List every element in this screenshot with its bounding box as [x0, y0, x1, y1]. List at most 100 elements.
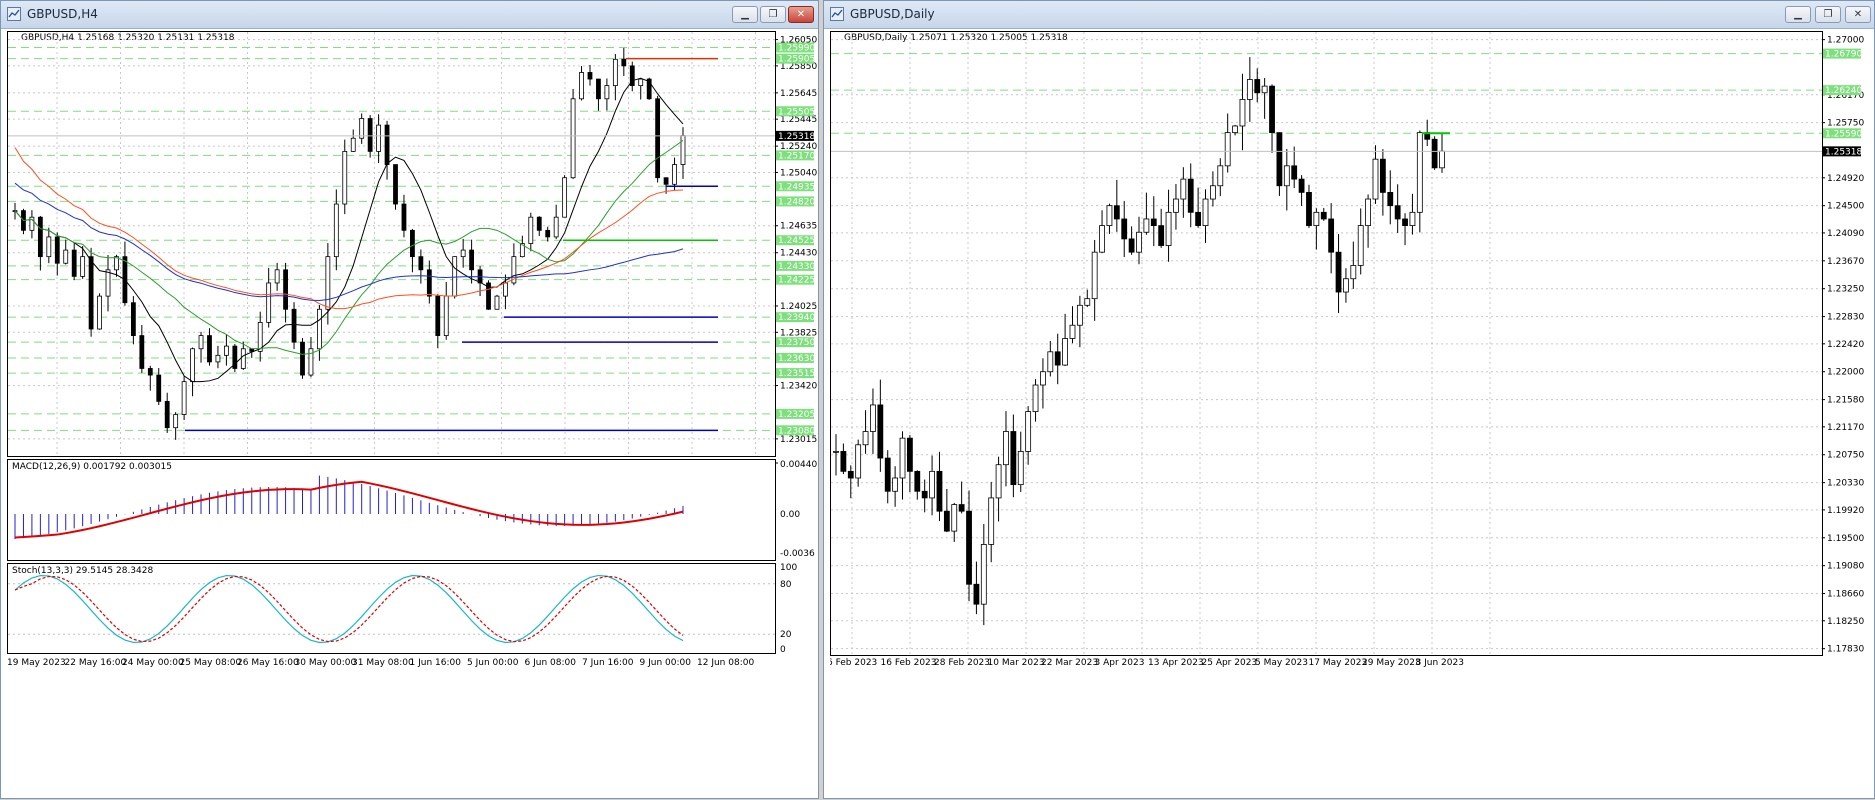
daily-chart-canvas[interactable]: GBPUSD,Daily 1.25071 1.25320 1.25005 1.2… — [827, 31, 1872, 796]
candle-body — [240, 348, 246, 369]
candle-body — [1409, 211, 1416, 227]
candle-body — [562, 177, 568, 218]
candle-body — [579, 72, 584, 100]
daily-window-title: GBPUSD,Daily — [850, 7, 935, 21]
candle-body — [612, 58, 618, 87]
price-axis-label: 1.23420 — [780, 382, 817, 392]
daily-chart-window[interactable]: GBPUSD,Daily ▁ ❐ ✕ GBPUSD,Daily 1.25071 … — [823, 0, 1875, 799]
level-label: 1.23080 — [778, 426, 815, 436]
candle-body — [587, 72, 593, 80]
time-axis-label: 24 May 00:00 — [122, 658, 184, 668]
h4-chart-area[interactable]: GBPUSD,H4 1.25168 1.25320 1.25131 1.2531… — [7, 31, 823, 800]
ma-blue — [14, 182, 684, 302]
candle-body — [862, 431, 869, 446]
stoch-pane-border — [7, 563, 776, 654]
candle-body — [980, 544, 987, 605]
restore-button[interactable]: ❐ — [1815, 6, 1841, 23]
candle-body — [300, 341, 305, 376]
time-axis-label: 13 Apr 2023 — [1148, 658, 1204, 668]
h4-title-bar[interactable]: GBPUSD,H4 ▁ ❐ ✕ — [1, 1, 818, 29]
candle-body — [266, 282, 272, 323]
time-axis-label: 5 Jun 00:00 — [467, 658, 519, 668]
candle-body — [855, 444, 862, 479]
candle-body — [1202, 198, 1209, 227]
stoch-axis-label: 0 — [780, 645, 786, 655]
candle-body — [1143, 218, 1150, 233]
candle-body — [139, 335, 145, 369]
close-button[interactable]: ✕ — [788, 6, 814, 23]
candle-body — [655, 98, 661, 179]
candle-body — [621, 58, 627, 67]
candle-body — [1025, 411, 1032, 452]
candle-body — [892, 477, 899, 492]
level-label: 1.24935 — [778, 182, 815, 192]
time-axis-label: 19 May 2023 — [7, 658, 66, 668]
daily-chart-header: GBPUSD,Daily 1.25071 1.25320 1.25005 1.2… — [844, 33, 1068, 43]
candle-body — [46, 236, 52, 258]
candle-body — [317, 308, 322, 350]
price-axis-label: 1.17830 — [1827, 645, 1864, 655]
candle-body — [1017, 451, 1024, 486]
minimize-button[interactable]: ▁ — [732, 6, 758, 23]
close-button[interactable]: ✕ — [1845, 6, 1871, 23]
daily-title-bar[interactable]: GBPUSD,Daily ▁ ❐ ✕ — [824, 1, 1874, 29]
time-axis-label: 9 Jun 00:00 — [640, 658, 692, 668]
candle-body — [899, 437, 906, 479]
time-axis-label: 26 May 16:00 — [237, 658, 299, 668]
level-label: 1.25590 — [1825, 129, 1862, 139]
macd-axis-label: 0.004404 — [780, 460, 817, 470]
level-label: 1.25505 — [778, 107, 815, 117]
chart-window-icon — [7, 7, 21, 21]
price-axis-label: 1.24500 — [1827, 202, 1864, 212]
candle-body — [350, 137, 356, 152]
candle-body — [1032, 384, 1039, 412]
candle-body — [105, 269, 111, 297]
candle-body — [291, 308, 297, 343]
price-axis-label: 1.24920 — [1827, 174, 1864, 184]
candle-body — [359, 118, 365, 139]
stoch-signal-line — [14, 575, 684, 643]
candle-body — [1150, 218, 1157, 227]
candle-body — [460, 249, 466, 258]
restore-button[interactable]: ❐ — [760, 6, 786, 23]
candle-body — [1091, 251, 1098, 300]
candle-body — [1431, 138, 1438, 169]
candle-body — [1261, 85, 1268, 94]
candle-body — [333, 203, 339, 258]
candle-body — [545, 229, 551, 238]
price-axis-label: 1.25040 — [780, 168, 817, 178]
candle-body — [1372, 158, 1379, 200]
h4-chart-window[interactable]: GBPUSD,H4 ▁ ❐ ✕ GBPUSD,H4 1.25168 1.2532… — [0, 0, 823, 800]
candle-body — [877, 404, 884, 459]
candle-body — [325, 256, 331, 310]
time-axis-label: 22 Mar 2023 — [1041, 658, 1098, 668]
candle-body — [921, 490, 928, 499]
candle-body — [1416, 132, 1423, 213]
candle-body — [570, 98, 576, 179]
time-axis-label: 28 Feb 2023 — [934, 658, 990, 668]
candle-body — [1217, 165, 1224, 187]
candle-body — [401, 203, 407, 231]
candle-body — [164, 400, 170, 429]
price-axis-label: 1.18660 — [1827, 590, 1864, 600]
candle-body — [1298, 178, 1305, 193]
minimize-button[interactable]: ▁ — [1785, 6, 1811, 23]
h4-window-title: GBPUSD,H4 — [27, 7, 98, 21]
price-axis-label: 1.27000 — [1827, 36, 1864, 46]
candle-body — [672, 164, 677, 185]
price-axis-label: 1.22000 — [1827, 368, 1864, 378]
candle-body — [604, 85, 610, 100]
price-axis-label: 1.18250 — [1827, 617, 1864, 627]
level-label: 1.23630 — [778, 354, 815, 364]
candle-body — [97, 295, 102, 330]
candle-body — [503, 282, 508, 297]
price-axis-label: 1.21170 — [1827, 423, 1864, 433]
macd-header: MACD(12,26,9) 0.001792 0.003015 — [12, 462, 172, 472]
candle-body — [1357, 225, 1364, 266]
daily-chart-area[interactable]: GBPUSD,Daily 1.25071 1.25320 1.25005 1.2… — [827, 31, 1872, 800]
h4-chart-canvas[interactable]: GBPUSD,H4 1.25168 1.25320 1.25131 1.2531… — [7, 31, 823, 796]
candle-body — [1254, 79, 1261, 94]
time-axis-label: 22 May 16:00 — [65, 658, 127, 668]
time-axis-label: 30 May 00:00 — [295, 658, 357, 668]
stoch-main-line — [14, 574, 684, 644]
